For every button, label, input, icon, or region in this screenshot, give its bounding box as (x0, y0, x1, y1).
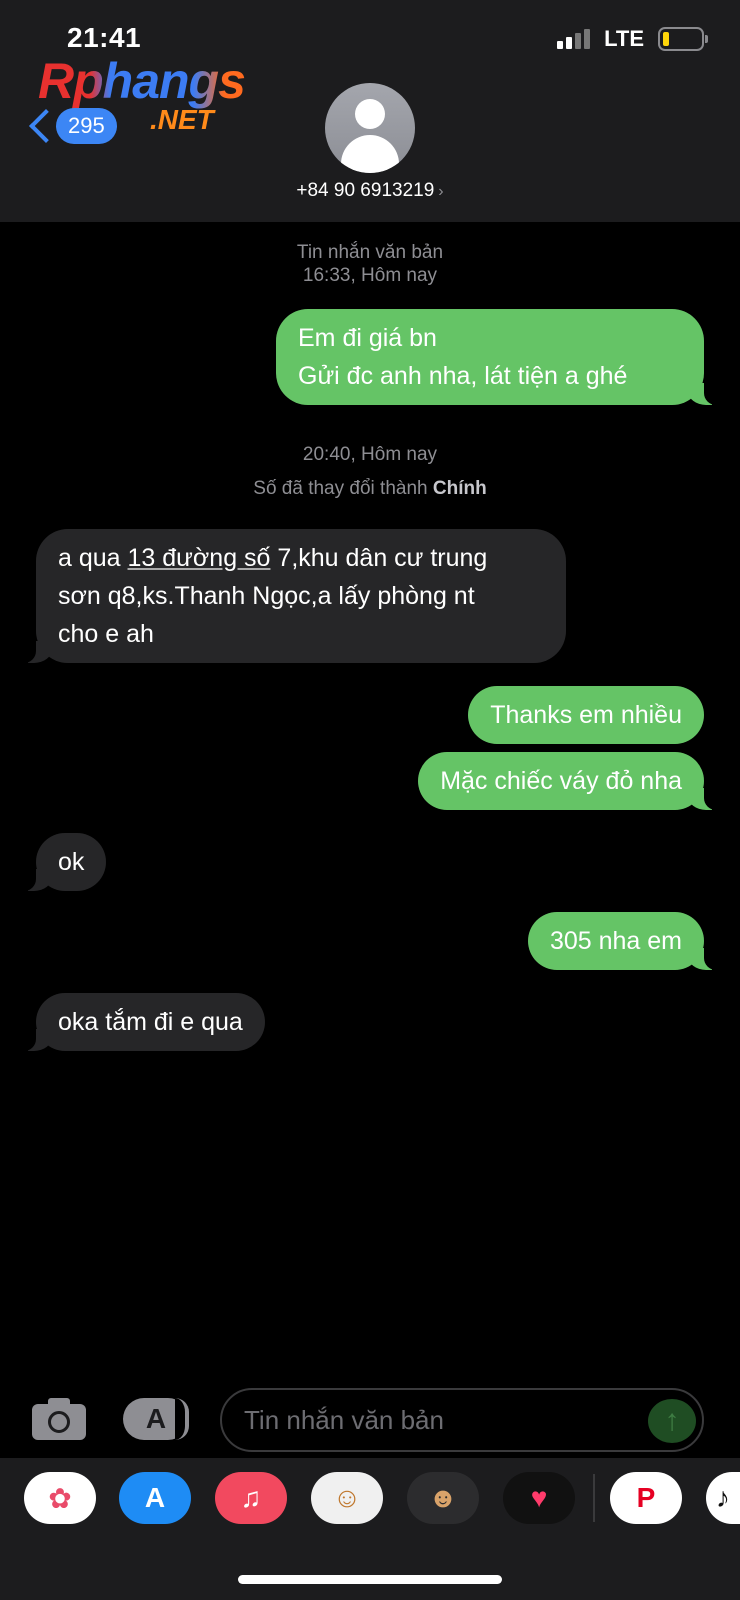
chevron-left-icon (28, 109, 48, 143)
arrow-up-icon: ↑ (664, 1404, 680, 1437)
contact-avatar[interactable] (325, 83, 415, 173)
app-store-app-icon[interactable]: A (119, 1472, 191, 1524)
watermark-logo: Rphangs (38, 53, 246, 109)
contact-name-button[interactable]: +84 90 6913219 › (0, 180, 740, 202)
message-meta: Tin nhắn văn bản 16:33, Hôm nay (296, 242, 444, 286)
send-button[interactable]: ↑ (648, 1399, 696, 1443)
tiktok-app-icon[interactable]: ♪ (706, 1472, 740, 1524)
sent-message[interactable]: Thanks em nhiều (468, 686, 704, 744)
sent-message[interactable]: Mặc chiếc váy đỏ nha (418, 752, 724, 810)
contact-number: +84 90 6913219 (296, 180, 435, 201)
memoji-stickers-app-icon[interactable]: ☺ (311, 1472, 383, 1524)
photos-app-icon[interactable]: ✿ (24, 1472, 96, 1524)
digital-touch-app-icon[interactable]: ♥ (503, 1472, 575, 1524)
app-store-button[interactable]: A (123, 1398, 189, 1440)
status-indicators: LTE (557, 26, 708, 52)
memoji-app-icon[interactable]: ☻ (407, 1472, 479, 1524)
pinterest-app-icon[interactable]: P (610, 1472, 682, 1524)
sent-message[interactable]: Em đi giá bn Gửi đc anh nha, lát tiện a … (276, 309, 724, 405)
unread-count-badge: 295 (56, 108, 117, 144)
chevron-right-icon: › (438, 183, 444, 200)
number-change-notice: Số đã thay đổi thành Chính (253, 478, 487, 499)
received-message[interactable]: a qua 13 đường số 7,khu dân cư trung sơn… (16, 529, 566, 663)
person-icon (355, 99, 385, 129)
message-input[interactable] (220, 1388, 704, 1452)
app-store-icon: A (145, 1403, 167, 1434)
music-app-icon[interactable]: ♫ (215, 1472, 287, 1524)
sent-message[interactable]: 305 nha em (527, 912, 725, 970)
drawer-divider (593, 1474, 595, 1522)
conversation-header: 21:41 LTE Rphangs .NET 295 +84 90 691321… (0, 0, 740, 222)
watermark-logo-suffix: .NET (150, 104, 214, 135)
received-message[interactable]: oka tắm đi e qua (16, 993, 265, 1051)
network-type: LTE (604, 26, 644, 51)
camera-button[interactable] (32, 1396, 86, 1440)
message-timestamp: 20:40, Hôm nay (302, 444, 438, 465)
received-message[interactable]: ok (15, 833, 107, 891)
status-time: 21:41 (67, 22, 142, 53)
home-indicator[interactable] (238, 1575, 502, 1584)
battery-icon (658, 27, 708, 51)
back-button[interactable]: 295 (28, 108, 117, 144)
address-link[interactable]: 13 đường số (128, 544, 271, 572)
cellular-signal-icon (557, 29, 591, 49)
